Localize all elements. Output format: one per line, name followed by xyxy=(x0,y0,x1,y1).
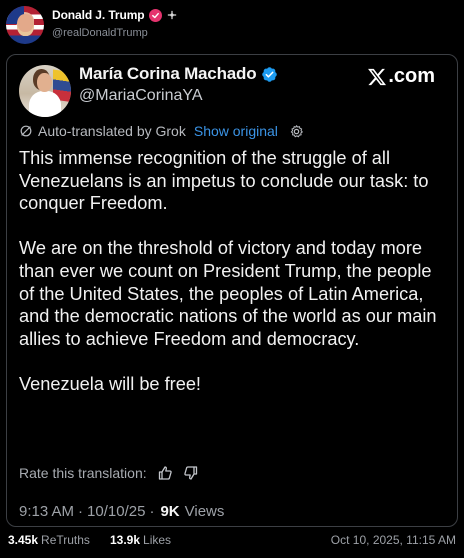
gear-icon[interactable] xyxy=(289,124,304,139)
grok-icon xyxy=(20,125,32,137)
x-logo-icon xyxy=(368,68,387,85)
likes-count: 13.9k xyxy=(110,533,141,547)
post-timestamp[interactable]: Oct 10, 2025, 11:15 AM xyxy=(331,533,456,547)
views-label: Views xyxy=(184,503,225,520)
outer-post-header: Donald J. Trump @realDonaldTrump xyxy=(0,0,464,50)
show-original-link[interactable]: Show original xyxy=(194,123,278,139)
retruths-count: 3.45k xyxy=(8,533,39,547)
author-handle[interactable]: @realDonaldTrump xyxy=(52,27,148,39)
post-time[interactable]: 9:13 AM xyxy=(19,503,74,520)
likes-stat[interactable]: 13.9k Likes xyxy=(110,533,171,547)
author-avatar[interactable] xyxy=(6,6,44,44)
author-name-row: Donald J. Trump xyxy=(52,8,178,22)
translation-note: Auto-translated by Grok xyxy=(38,123,186,139)
post-paragraph: We are on the threshold of victory and t… xyxy=(19,238,437,349)
x-source-label: .com xyxy=(388,65,435,87)
post-paragraph: Venezuela will be free! xyxy=(19,373,201,394)
post-body: This immense recognition of the struggle… xyxy=(19,147,449,396)
embedded-author-name-row: María Corina Machado xyxy=(79,64,278,84)
retruths-label: ReTruths xyxy=(41,533,90,547)
separator: · xyxy=(78,503,84,520)
retruths-stat[interactable]: 3.45k ReTruths xyxy=(8,533,90,547)
verified-badge-icon xyxy=(148,8,162,22)
embedded-author-handle[interactable]: @MariaCorinaYA xyxy=(79,87,203,105)
outer-post-footer: 3.45k ReTruths 13.9k Likes Oct 10, 2025,… xyxy=(0,533,464,555)
likes-label: Likes xyxy=(143,533,172,547)
verified-badge-icon xyxy=(262,66,278,82)
rate-prompt: Rate this translation: xyxy=(19,465,147,481)
x-source-link[interactable]: .com xyxy=(367,65,435,88)
post-meta: 9:13 AM · 10/10/25 · 9K Views xyxy=(19,503,224,520)
thumbs-up-icon[interactable] xyxy=(157,465,173,481)
rate-translation-row: Rate this translation: xyxy=(19,465,199,481)
translation-row: Auto-translated by Grok Show original xyxy=(19,123,304,139)
views-count: 9K xyxy=(160,503,180,520)
embedded-author-name[interactable]: María Corina Machado xyxy=(79,64,257,84)
thumbs-down-icon[interactable] xyxy=(183,465,199,481)
post-date[interactable]: 10/10/25 xyxy=(87,503,145,520)
embedded-post-card[interactable]: María Corina Machado @MariaCorinaYA .com… xyxy=(6,54,458,527)
separator: · xyxy=(149,503,155,520)
embedded-author-avatar[interactable] xyxy=(19,65,71,117)
pin-icon xyxy=(166,9,178,21)
author-name[interactable]: Donald J. Trump xyxy=(52,8,145,22)
post-paragraph: This immense recognition of the struggle… xyxy=(19,148,429,214)
